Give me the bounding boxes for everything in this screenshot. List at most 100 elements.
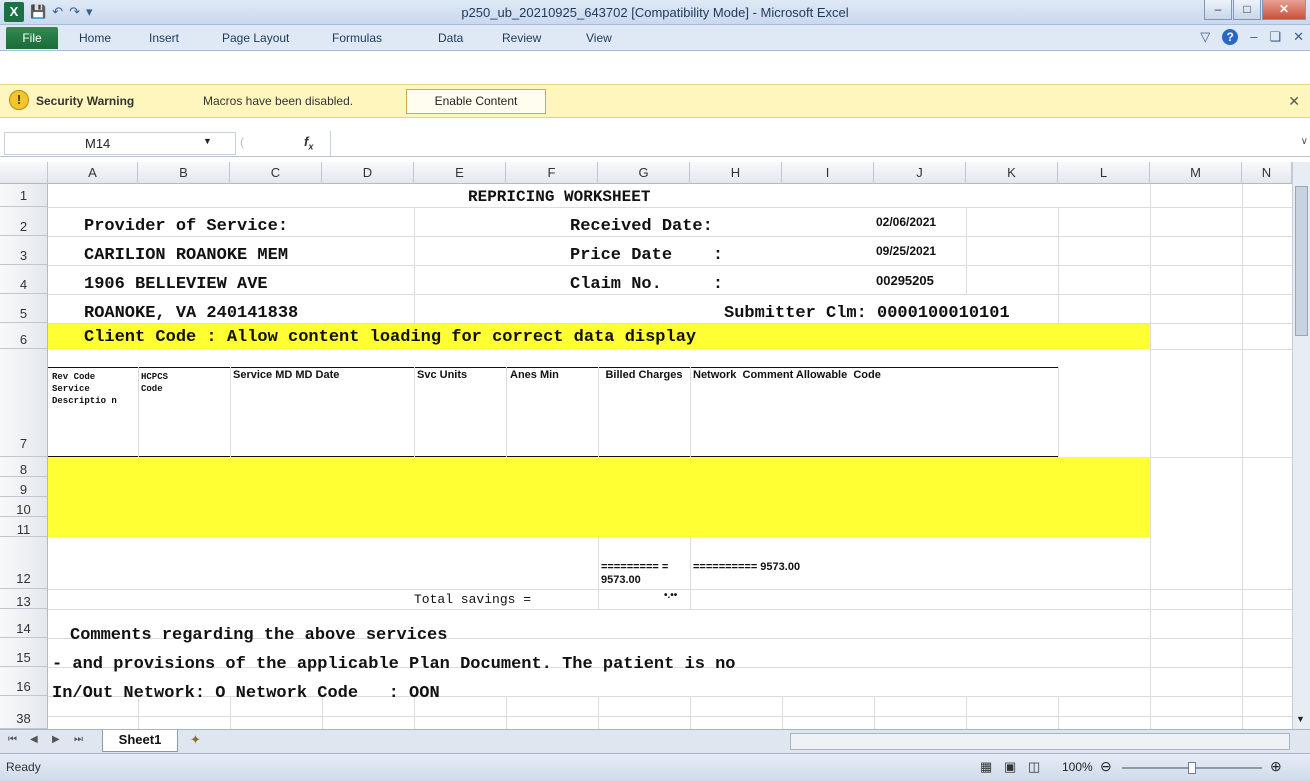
- scroll-down-icon[interactable]: ▼: [1296, 714, 1305, 724]
- name-box[interactable]: M14 ▼: [4, 132, 236, 155]
- row-header-10[interactable]: 10: [0, 497, 48, 517]
- allowed-total: ========== 9573.00: [693, 561, 801, 573]
- gridline: [506, 696, 507, 729]
- tab-insert[interactable]: Insert: [149, 31, 179, 45]
- column-header-e[interactable]: E: [414, 162, 506, 184]
- worksheet-title: REPRICING WORKSHEET: [468, 188, 651, 206]
- claim-number-label: Claim No. :: [570, 275, 724, 294]
- received-date-value: 02/06/2021: [876, 215, 937, 229]
- workbook-restore-icon[interactable]: ❏: [1269, 29, 1281, 45]
- horizontal-scrollbar[interactable]: [790, 733, 1290, 750]
- network-code-text: In/Out Network: O Network Code : OON: [52, 684, 440, 703]
- row-header-7[interactable]: 7: [0, 349, 48, 457]
- provider-label: Provider of Service:: [84, 217, 289, 236]
- zoom-level[interactable]: 100%: [1062, 760, 1093, 774]
- row-header-13[interactable]: 13: [0, 589, 48, 609]
- row-header-4[interactable]: 4: [0, 265, 48, 294]
- enable-content-button[interactable]: Enable Content: [406, 89, 546, 114]
- insert-sheet-icon[interactable]: ✦: [190, 732, 201, 748]
- column-header-f[interactable]: F: [506, 162, 598, 184]
- tab-nav-last-icon[interactable]: ⏭: [74, 734, 83, 745]
- tab-nav-next-icon[interactable]: ▶: [52, 734, 60, 745]
- tab-view[interactable]: View: [586, 31, 612, 45]
- column-header-h[interactable]: H: [690, 162, 782, 184]
- minimize-ribbon-icon[interactable]: ▽: [1200, 29, 1210, 45]
- tab-formulas[interactable]: Formulas: [332, 31, 382, 45]
- column-header-b[interactable]: B: [138, 162, 230, 184]
- tab-page-layout[interactable]: Page Layout: [222, 31, 289, 45]
- workbook-close-icon[interactable]: ✕: [1293, 29, 1304, 45]
- column-header-l[interactable]: L: [1058, 162, 1150, 184]
- vertical-scrollbar[interactable]: ▼: [1292, 162, 1310, 729]
- gridline: [414, 207, 415, 323]
- column-header-a[interactable]: A: [48, 162, 138, 184]
- provider-name: CARILION ROANOKE MEM: [84, 246, 289, 265]
- tab-nav-first-icon[interactable]: ⏮: [8, 734, 17, 745]
- header-svc-units: Svc Units: [417, 369, 468, 381]
- workbook-minimize-icon[interactable]: –: [1250, 29, 1257, 45]
- tab-home[interactable]: Home: [79, 31, 111, 45]
- tab-data[interactable]: Data: [438, 31, 463, 45]
- client-code: Client Code : Allow content loading for …: [84, 328, 697, 347]
- normal-view-icon[interactable]: ▦: [980, 759, 992, 775]
- row-header-15[interactable]: 15: [0, 638, 48, 667]
- gridline: [414, 367, 415, 457]
- provisions-text: - and provisions of the applicable Plan …: [52, 655, 736, 674]
- zoom-out-icon[interactable]: ⊖: [1100, 758, 1112, 775]
- column-header-m[interactable]: M: [1150, 162, 1242, 184]
- row-header-5[interactable]: 5: [0, 294, 48, 323]
- help-icon[interactable]: ?: [1222, 29, 1239, 45]
- maximize-button[interactable]: □: [1233, 0, 1261, 20]
- column-header-c[interactable]: C: [230, 162, 322, 184]
- tab-review[interactable]: Review: [502, 31, 541, 45]
- formula-bar-divider: [330, 131, 331, 157]
- row-header-11[interactable]: 11: [0, 517, 48, 537]
- page-break-view-icon[interactable]: ◫: [1028, 759, 1040, 775]
- header-network-comment: Network Comment Allowable Code: [693, 369, 881, 381]
- zoom-in-icon[interactable]: ⊕: [1270, 758, 1282, 775]
- gridline: [48, 609, 1292, 610]
- gridline: [1150, 457, 1292, 458]
- row-header-16[interactable]: 16: [0, 667, 48, 696]
- row-header-3[interactable]: 3: [0, 236, 48, 265]
- row-header-9[interactable]: 9: [0, 477, 48, 497]
- gridline: [782, 696, 783, 729]
- tab-file[interactable]: File: [6, 27, 58, 49]
- select-all-corner[interactable]: [0, 162, 48, 184]
- gridline: [48, 265, 1292, 266]
- expand-formula-bar-icon[interactable]: ∨: [1301, 136, 1308, 147]
- zoom-slider-thumb[interactable]: [1188, 762, 1196, 774]
- column-header-g[interactable]: G: [598, 162, 690, 184]
- scroll-thumb[interactable]: [1295, 186, 1308, 336]
- status-ready: Ready: [6, 760, 41, 774]
- row-header-12[interactable]: 12: [0, 537, 48, 589]
- chevron-down-icon[interactable]: ▼: [203, 136, 212, 146]
- row-header-38[interactable]: 38: [0, 696, 48, 729]
- column-header-j[interactable]: J: [874, 162, 966, 184]
- column-header-n[interactable]: N: [1242, 162, 1292, 184]
- header-hcpcs: HCPCS Code: [141, 372, 169, 394]
- column-header-d[interactable]: D: [322, 162, 414, 184]
- line-items-highlight: [48, 457, 1150, 537]
- row-header-14[interactable]: 14: [0, 609, 48, 638]
- insert-function-icon[interactable]: fx: [304, 134, 313, 152]
- table-border-bottom: [48, 456, 1058, 457]
- gridline: [48, 236, 1292, 237]
- header-rev-code: Rev Code Service Descriptio n: [52, 372, 117, 406]
- page-layout-view-icon[interactable]: ▣: [1004, 759, 1016, 775]
- column-header-k[interactable]: K: [966, 162, 1058, 184]
- status-bar: Ready ▦ ▣ ◫ 100% ⊖ ⊕: [0, 753, 1310, 781]
- minimize-button[interactable]: –: [1204, 0, 1232, 20]
- title-bar: X 💾 ↶ ↷ ▾ p250_ub_20210925_643702 [Compa…: [0, 0, 1310, 25]
- row-header-6[interactable]: 6: [0, 323, 48, 349]
- gridline: [598, 537, 599, 609]
- row-header-2[interactable]: 2: [0, 207, 48, 236]
- close-warning-icon[interactable]: ✕: [1288, 93, 1300, 110]
- row-header-8[interactable]: 8: [0, 457, 48, 477]
- submitter-claim: Submitter Clm: 0000100010101: [724, 304, 1010, 323]
- row-header-1[interactable]: 1: [0, 184, 48, 207]
- tab-nav-prev-icon[interactable]: ◀: [30, 734, 38, 745]
- column-header-i[interactable]: I: [782, 162, 874, 184]
- close-button[interactable]: ✕: [1262, 0, 1306, 20]
- sheet-tab-sheet1[interactable]: Sheet1: [102, 730, 178, 752]
